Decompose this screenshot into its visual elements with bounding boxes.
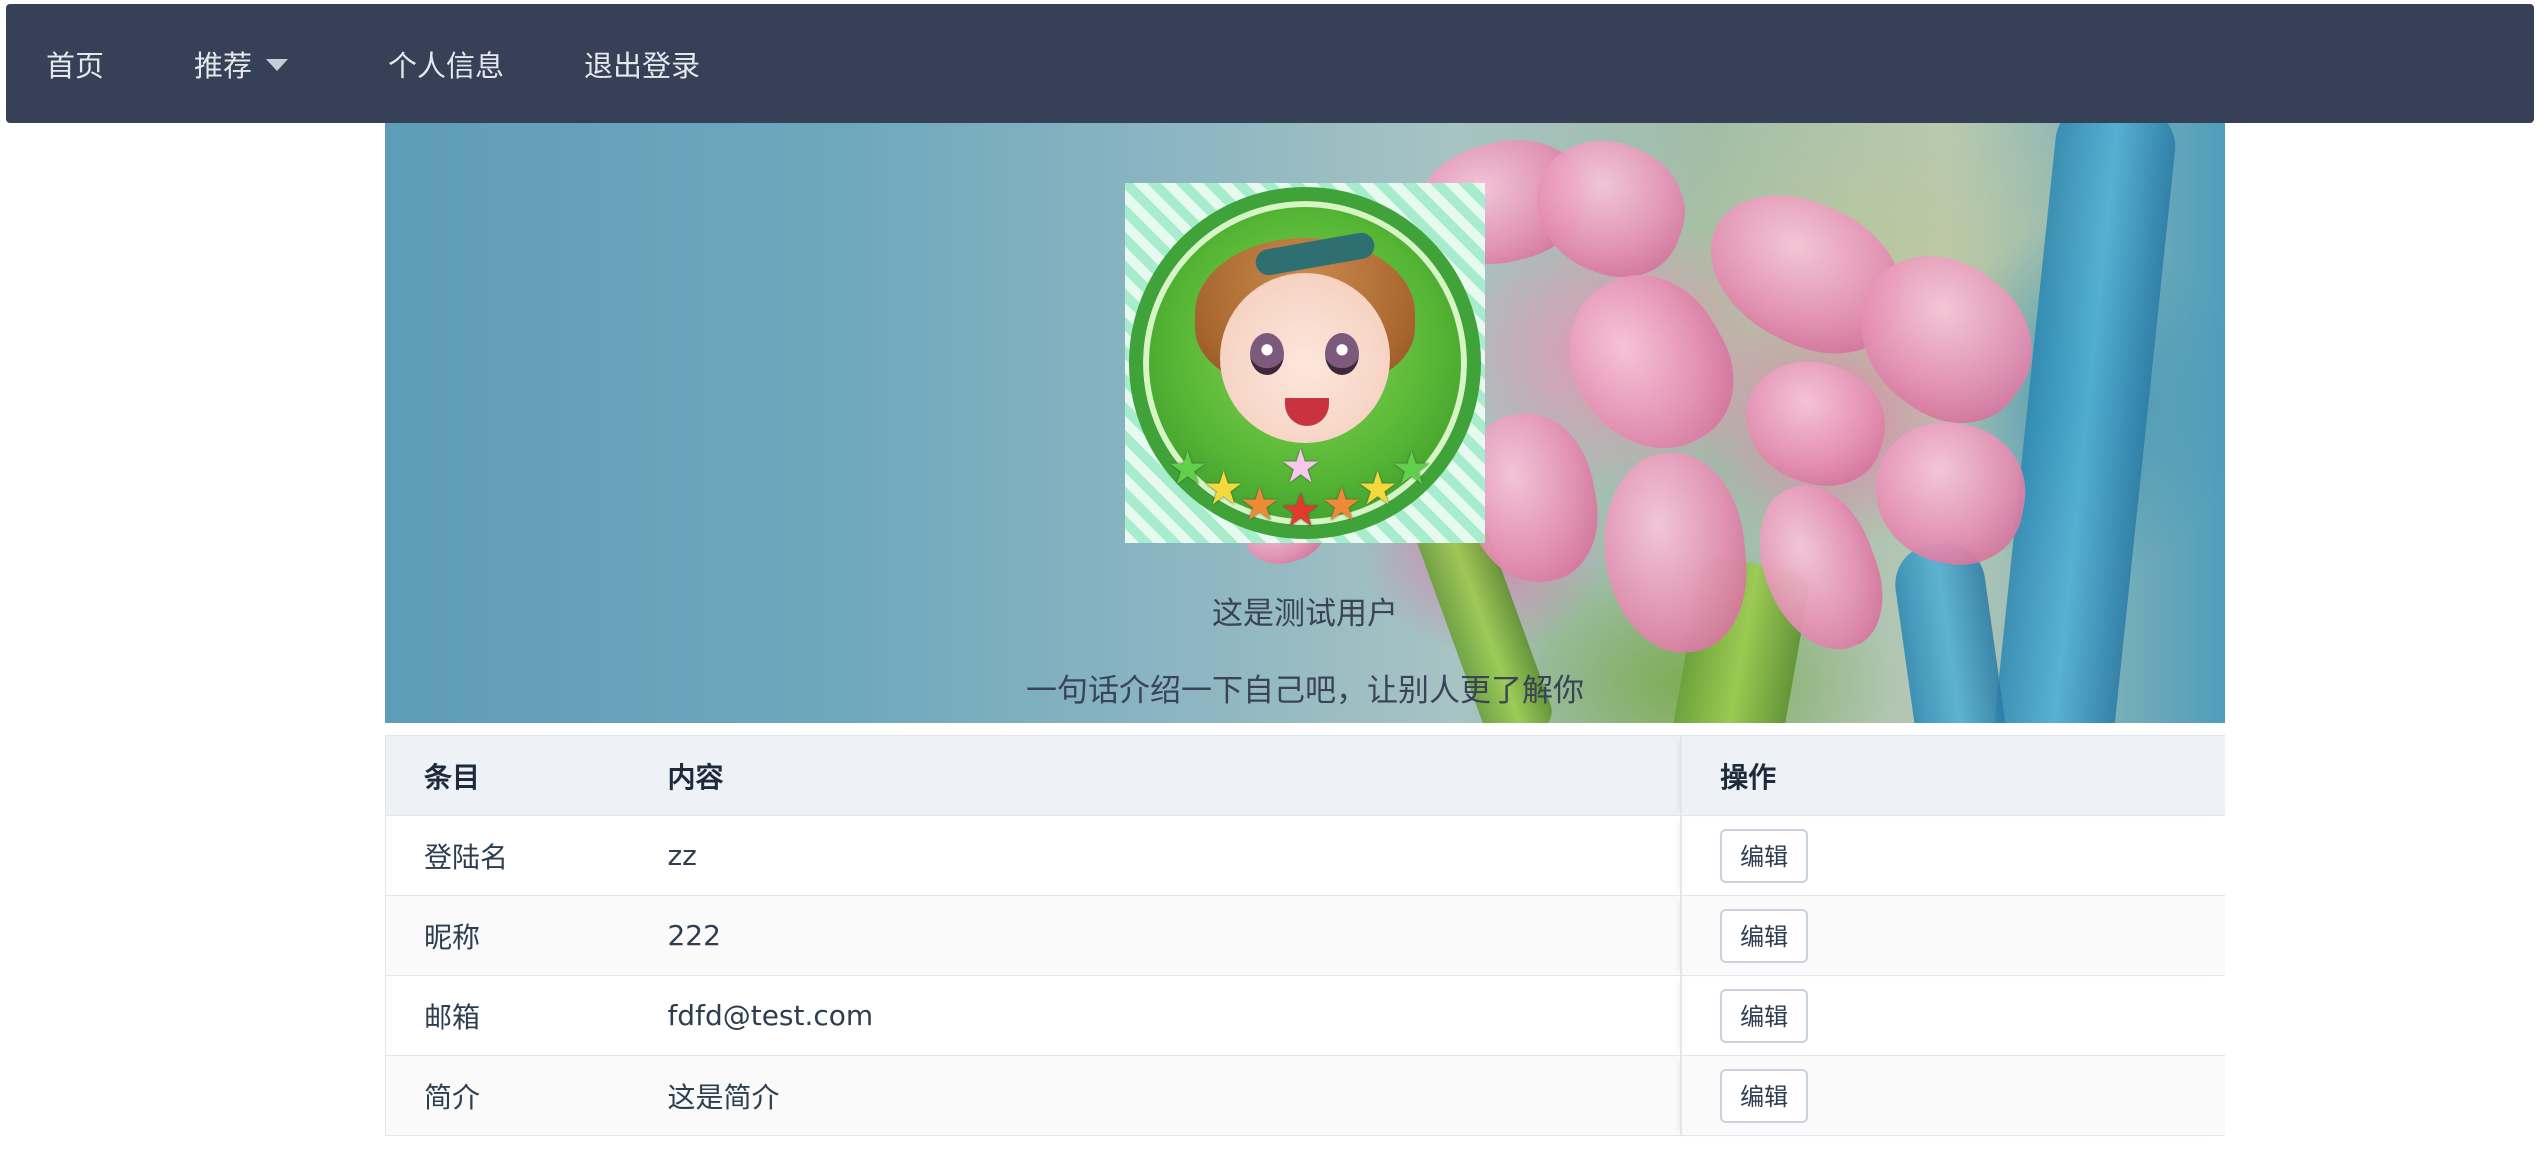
row-action-cell: 编辑: [1680, 815, 2225, 896]
avatar-eye-right: [1325, 333, 1359, 375]
edit-login-name-button[interactable]: 编辑: [1720, 828, 1809, 883]
avatar-eye-left: [1250, 333, 1284, 375]
banner-decoration: [1731, 346, 1899, 500]
column-header-action: 操作: [1680, 735, 2225, 816]
row-nickname-value: 222: [625, 895, 1682, 976]
nav-recommend-label: 推荐: [194, 48, 253, 83]
banner-decoration: [1863, 411, 2037, 575]
table-header-row: 条目 内容 操作: [385, 735, 2225, 816]
column-header-content: 内容: [625, 735, 1682, 816]
profile-info-table: 条目 内容 操作 登陆名 zz 编辑 昵称 222 编辑 邮箱 fdfd@tes…: [385, 735, 2225, 1136]
row-login-name-value: zz: [625, 815, 1682, 896]
edit-nickname-button[interactable]: 编辑: [1720, 908, 1809, 963]
row-email-label: 邮箱: [385, 975, 626, 1056]
star-icon: ★: [1280, 483, 1322, 537]
nav-recommend-dropdown[interactable]: 推荐: [194, 43, 289, 85]
table-row: 昵称 222 编辑: [385, 895, 2225, 976]
row-nickname-label: 昵称: [385, 895, 626, 976]
caret-down-icon: [266, 58, 289, 71]
banner-decoration: [1990, 123, 2180, 723]
table-row: 邮箱 fdfd@test.com 编辑: [385, 975, 2225, 1056]
row-action-cell: 编辑: [1680, 1055, 2225, 1136]
row-email-value: fdfd@test.com: [625, 975, 1682, 1056]
user-avatar[interactable]: ★ ★ ★ ★ ★ ★ ★ ★: [1125, 183, 1485, 543]
edit-email-button[interactable]: 编辑: [1720, 988, 1809, 1043]
table-row: 简介 这是简介 编辑: [385, 1055, 2225, 1136]
nav-logout-label: 退出登录: [584, 48, 701, 83]
nav-profile-link[interactable]: 个人信息: [388, 43, 504, 85]
row-intro-value: 这是简介: [625, 1055, 1682, 1136]
row-intro-label: 简介: [385, 1055, 626, 1136]
row-action-cell: 编辑: [1680, 975, 2225, 1056]
profile-username: 这是测试用户: [1212, 596, 1398, 632]
column-header-item: 条目: [385, 735, 626, 816]
row-action-cell: 编辑: [1680, 895, 2225, 976]
table-row: 登陆名 zz 编辑: [385, 815, 2225, 896]
row-login-name-label: 登陆名: [385, 815, 626, 896]
star-icon: ★: [1239, 477, 1281, 531]
nav-home-label: 首页: [46, 48, 105, 83]
top-navbar: 首页 推荐 个人信息 退出登录: [6, 4, 2534, 123]
nav-home-link[interactable]: 首页: [46, 43, 104, 85]
star-icon: ★: [1391, 441, 1433, 495]
profile-bio: 一句话介绍一下自己吧，让别人更了解你: [1026, 673, 1584, 709]
profile-banner: ★ ★ ★ ★ ★ ★ ★ ★ 这是测试用户 一句话介绍一下自己吧，让别人更了解…: [385, 123, 2225, 723]
nav-logout-link[interactable]: 退出登录: [584, 43, 700, 85]
nav-profile-label: 个人信息: [388, 48, 505, 83]
edit-intro-button[interactable]: 编辑: [1720, 1068, 1809, 1123]
